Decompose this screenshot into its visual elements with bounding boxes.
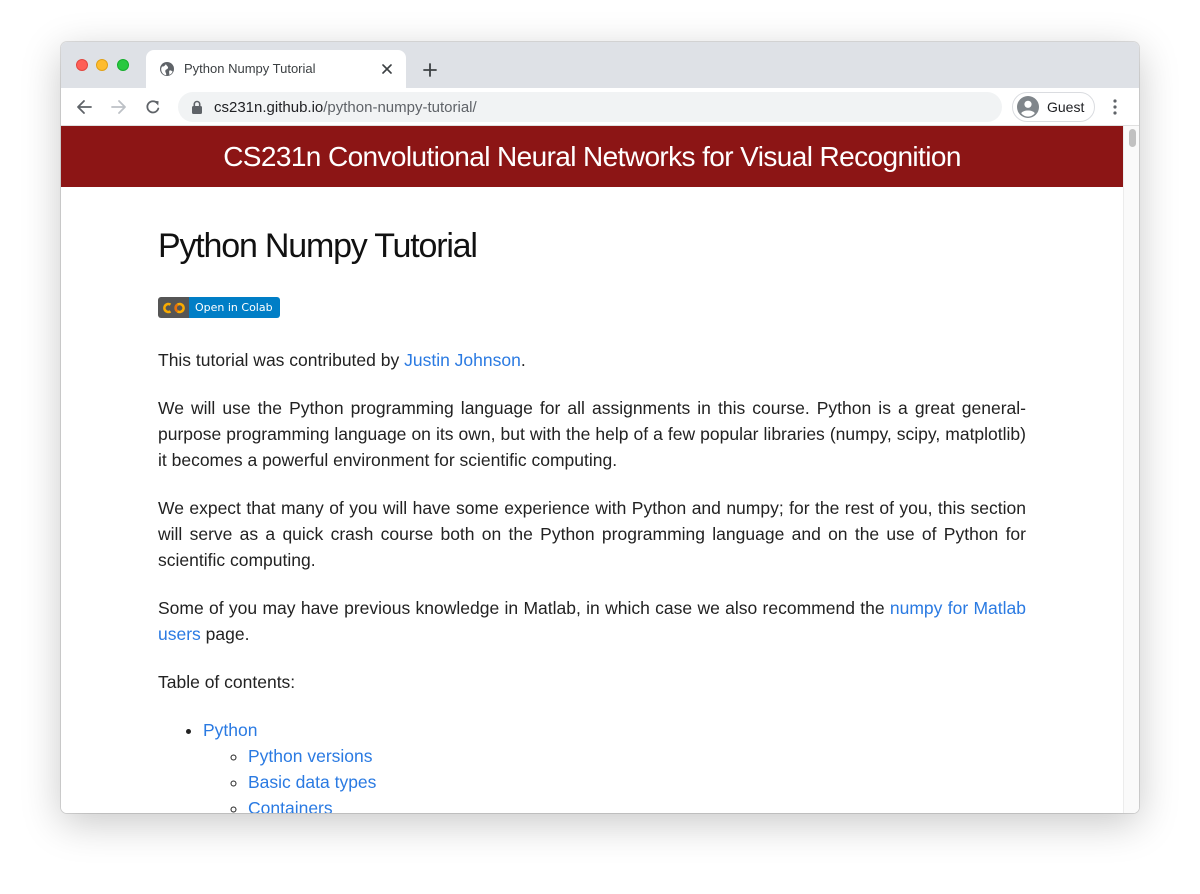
toc-item: Basic data types xyxy=(248,769,1026,795)
tab-title: Python Numpy Tutorial xyxy=(184,61,316,76)
paragraph-matlab: Some of you may have previous knowledge … xyxy=(158,595,1026,647)
toc-link-containers[interactable]: Containers xyxy=(248,798,333,814)
browser-tab-active[interactable]: Python Numpy Tutorial xyxy=(146,50,406,88)
intro-prefix: This tutorial was contributed by xyxy=(158,349,405,370)
toc-item: Python versions xyxy=(248,743,1026,769)
intro-paragraph: This tutorial was contributed by Justin … xyxy=(158,347,1026,373)
back-arrow-icon xyxy=(77,100,92,114)
url-domain: cs231n.github.io xyxy=(214,99,324,116)
author-link[interactable]: Justin Johnson xyxy=(404,350,521,370)
globe-icon xyxy=(160,62,174,76)
more-vert-icon xyxy=(1113,99,1117,115)
matlab-prefix: Some of you may have previous knowledge … xyxy=(158,597,890,618)
new-tab-button[interactable] xyxy=(418,58,442,82)
plus-icon xyxy=(423,63,437,77)
profile-name: Guest xyxy=(1047,99,1085,115)
scrollbar-thumb[interactable] xyxy=(1129,129,1136,147)
address-url[interactable]: cs231n.github.io/python-numpy-tutorial/ xyxy=(214,99,477,116)
site-header: CS231n Convolutional Neural Networks for… xyxy=(61,126,1123,187)
tab-strip: Python Numpy Tutorial xyxy=(61,42,1139,88)
toc-heading: Table of contents: xyxy=(158,671,296,692)
table-of-contents: Python Python versions Basic data types … xyxy=(158,717,1026,814)
profile-button[interactable]: Guest xyxy=(1012,92,1095,122)
window-close-button[interactable] xyxy=(76,59,88,71)
forward-button[interactable] xyxy=(107,95,131,119)
page-title: Python Numpy Tutorial xyxy=(158,227,478,265)
browser-menu-button[interactable] xyxy=(1105,95,1125,119)
account-icon xyxy=(1017,96,1039,118)
browser-window: Python Numpy Tutorial cs231n.github.io/p… xyxy=(61,42,1139,813)
url-path: /python-numpy-tutorial/ xyxy=(323,99,477,116)
address-bar[interactable]: cs231n.github.io/python-numpy-tutorial/ xyxy=(178,92,1002,122)
tab-close-button[interactable] xyxy=(378,60,396,78)
toc-sublist-python: Python versions Basic data types Contain… xyxy=(203,743,1026,814)
page-content: Python Numpy Tutorial Open in Colab This… xyxy=(158,226,1026,813)
forward-arrow-icon xyxy=(111,100,126,114)
browser-toolbar: cs231n.github.io/python-numpy-tutorial/ … xyxy=(61,88,1139,126)
toc-item-python: Python Python versions Basic data types … xyxy=(203,717,1026,814)
back-button[interactable] xyxy=(72,95,96,119)
intro-suffix: . xyxy=(520,349,526,370)
lock-icon[interactable] xyxy=(191,100,203,114)
vertical-scrollbar[interactable] xyxy=(1123,126,1139,813)
toc-item: Containers xyxy=(248,795,1026,814)
reload-button[interactable] xyxy=(141,95,165,119)
close-icon xyxy=(382,64,392,74)
paragraph-python-intro: We will use the Python programming langu… xyxy=(158,397,1026,470)
matlab-suffix: page. xyxy=(200,623,250,644)
site-title-link[interactable]: CS231n Convolutional Neural Networks for… xyxy=(223,141,961,173)
window-minimize-button[interactable] xyxy=(96,59,108,71)
window-zoom-button[interactable] xyxy=(117,59,129,71)
toc-link-python-versions[interactable]: Python versions xyxy=(248,746,373,766)
paragraph-expectations: We expect that many of you will have som… xyxy=(158,497,1026,570)
colab-logo-icon xyxy=(158,297,189,318)
toc-link-basic-data-types[interactable]: Basic data types xyxy=(248,772,376,792)
colab-badge-label: Open in Colab xyxy=(189,297,280,318)
reload-icon xyxy=(146,100,160,114)
open-in-colab-badge[interactable]: Open in Colab xyxy=(158,297,280,318)
page-viewport: CS231n Convolutional Neural Networks for… xyxy=(61,126,1139,813)
toc-link-python[interactable]: Python xyxy=(203,720,257,740)
